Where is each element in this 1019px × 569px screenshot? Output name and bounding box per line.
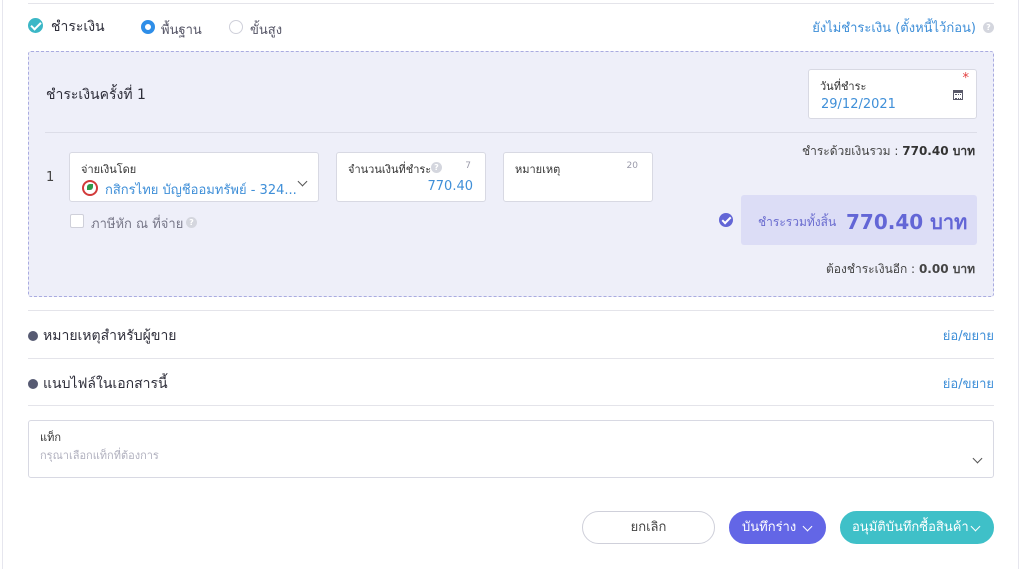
tax-help-icon[interactable]: ? — [186, 217, 197, 228]
payment-header: ชำระเงิน พื้นฐาน ขั้นสูง ยังไม่ชำระเงิน … — [28, 16, 994, 38]
chevron-down-icon[interactable] — [970, 521, 981, 532]
pay-by-value[interactable]: กสิกรไทย บัญชีออมทรัพย์ - 324... — [105, 179, 297, 200]
top-divider — [28, 3, 994, 4]
amount-value[interactable]: 770.40 — [428, 179, 474, 194]
grand-total-value: 770.40 บาท — [846, 210, 968, 234]
payment-title: ชำระเงิน — [51, 19, 105, 35]
save-draft-button[interactable]: บันทึกร่าง — [729, 511, 826, 544]
radio-basic-label[interactable]: พื้นฐาน — [161, 19, 202, 40]
note-field[interactable]: หมายเหตุ 20 — [503, 152, 653, 202]
approve-label: อนุมัติบันทึกซื้อสินค้า — [852, 520, 969, 535]
remaining-total: ต้องชำระเงินอีก : 0.00 บาท — [826, 260, 975, 279]
check-circle-icon — [28, 18, 43, 33]
save-draft-label: บันทึกร่าง — [742, 520, 797, 535]
bullet-icon — [28, 379, 38, 389]
section-attachments: แนบไฟล์ในเอกสารนี้ ย่อ/ขยาย — [28, 358, 994, 406]
cash-total-label: ชำระด้วยเงินรวม : — [801, 144, 899, 158]
date-value[interactable]: 29/12/2021 — [821, 97, 896, 112]
remaining-label: ต้องชำระเงินอีก : — [825, 262, 916, 276]
section-title: แนบไฟล์ในเอกสารนี้ — [43, 376, 168, 392]
tag-select[interactable]: แท็ก กรุณาเลือกแท็กที่ต้องการ — [28, 420, 994, 478]
note-char-count: 20 — [626, 161, 638, 171]
cash-total: ชำระด้วยเงินรวม : 770.40 บาท — [802, 142, 975, 161]
toggle-link[interactable]: ย่อ/ขยาย — [943, 325, 994, 346]
tag-label: แท็ก — [40, 431, 62, 444]
box-divider — [45, 132, 977, 133]
amount-char-count: 7 — [465, 161, 471, 171]
radio-basic[interactable] — [141, 20, 155, 34]
withholding-tax-label[interactable]: ภาษีหัก ณ ที่จ่าย — [91, 213, 183, 234]
section-divider — [28, 405, 994, 406]
help-icon[interactable]: ? — [983, 22, 994, 33]
grand-total-box: ชำระรวมทั้งสิ้น 770.40 บาท — [741, 195, 977, 245]
withholding-tax-checkbox[interactable] — [70, 214, 84, 228]
grand-total-label: ชำระรวมทั้งสิ้น — [758, 215, 837, 229]
pay-by-label: จ่ายเงินโดย — [81, 163, 137, 176]
remaining-value: 0.00 บาท — [918, 262, 975, 276]
section-title: หมายเหตุสำหรับผู้ขาย — [43, 328, 177, 344]
required-mark: * — [962, 71, 970, 86]
cancel-label: ยกเลิก — [630, 520, 667, 535]
chevron-down-icon[interactable] — [972, 453, 983, 464]
pay-by-select[interactable]: จ่ายเงินโดย กสิกรไทย บัญชีออมทรัพย์ - 32… — [69, 152, 319, 202]
section-seller-notes: หมายเหตุสำหรับผู้ขาย ย่อ/ขยาย — [28, 310, 994, 358]
unpaid-link[interactable]: ยังไม่ชำระเงิน (ตั้งหนี้ไว้ก่อน) — [812, 17, 976, 38]
chevron-down-icon[interactable] — [297, 176, 308, 187]
payment-date-field[interactable]: วันที่ชำระ * 29/12/2021 — [808, 69, 977, 119]
bullet-icon — [28, 331, 38, 341]
approve-button[interactable]: อนุมัติบันทึกซื้อสินค้า — [840, 511, 994, 544]
note-label: หมายเหตุ — [515, 163, 561, 176]
cancel-button[interactable]: ยกเลิก — [582, 511, 715, 544]
bank-logo-icon — [82, 180, 98, 196]
cash-total-value: 770.40 บาท — [902, 144, 975, 158]
toggle-link[interactable]: ย่อ/ขยาย — [943, 373, 994, 394]
date-label: วันที่ชำระ — [820, 80, 867, 93]
total-check-icon — [719, 213, 733, 227]
installment-title: ชำระเงินครั้งที่ 1 — [46, 87, 146, 103]
calendar-icon[interactable] — [953, 90, 963, 100]
radio-advanced[interactable] — [229, 20, 243, 34]
row-number: 1 — [46, 170, 55, 185]
amount-field[interactable]: จำนวนเงินที่ชำระ ? 7 770.40 — [336, 152, 486, 202]
radio-advanced-label[interactable]: ขั้นสูง — [250, 19, 282, 40]
amount-help-icon[interactable]: ? — [431, 162, 442, 173]
chevron-down-icon[interactable] — [802, 521, 813, 532]
installment-box: ชำระเงินครั้งที่ 1 วันที่ชำระ * 29/12/20… — [28, 51, 994, 297]
tag-placeholder[interactable]: กรุณาเลือกแท็กที่ต้องการ — [40, 446, 159, 464]
amount-label: จำนวนเงินที่ชำระ — [348, 163, 432, 176]
